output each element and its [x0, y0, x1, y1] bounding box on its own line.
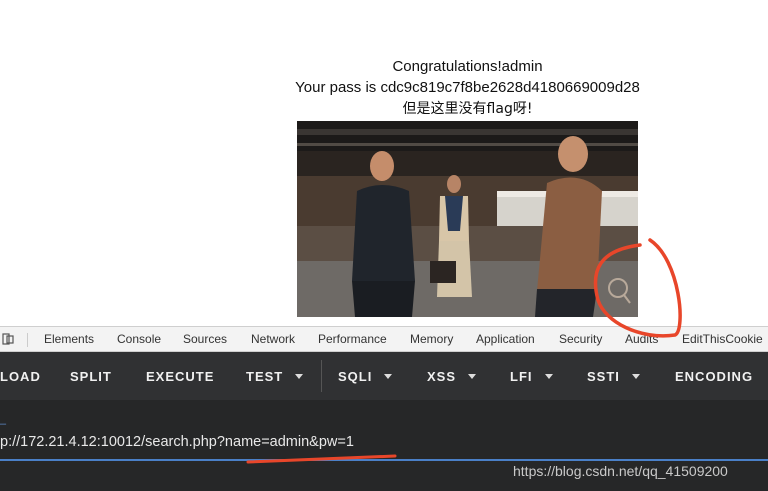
xss-label: XSS: [427, 369, 457, 384]
encoding-label: ENCODING: [675, 369, 754, 384]
lfi-dropdown[interactable]: LFI: [510, 369, 553, 384]
animated-gif-image: [297, 121, 638, 317]
lfi-label: LFI: [510, 369, 533, 384]
tab-sources[interactable]: Sources: [183, 332, 227, 346]
ssti-dropdown[interactable]: SSTI: [587, 369, 640, 384]
password-message: Your pass is cdc9c819c7f8be2628d41806690…: [295, 79, 640, 96]
encoding-dropdown[interactable]: ENCODING: [675, 369, 753, 384]
devtools-tabbar: Elements Console Sources Network Perform…: [0, 326, 768, 352]
chevron-down-icon: [384, 374, 393, 380]
no-flag-message: 但是这里没有flag呀!: [402, 101, 533, 117]
tab-application[interactable]: Application: [476, 332, 535, 346]
ssti-label: SSTI: [587, 369, 620, 384]
toolbar-divider: [321, 360, 322, 392]
device-toolbar-icon[interactable]: [2, 333, 14, 345]
test-label: TEST: [246, 369, 284, 384]
toolbar-divider: [27, 333, 28, 347]
tab-performance[interactable]: Performance: [318, 332, 387, 346]
tab-editthiscookie[interactable]: EditThisCookie: [682, 332, 763, 346]
test-dropdown[interactable]: TEST: [246, 369, 304, 384]
sqli-dropdown[interactable]: SQLI: [338, 369, 393, 384]
split-button[interactable]: SPLIT: [70, 369, 112, 384]
chevron-down-icon: [468, 374, 477, 380]
chevron-down-icon: [631, 374, 640, 380]
execute-button[interactable]: EXECUTE: [146, 369, 214, 384]
csdn-watermark: https://blog.csdn.net/qq_41509200: [513, 463, 728, 479]
hackbar-toolbar: LOAD SPLIT EXECUTE TEST SQLI XSS LFI SST…: [0, 352, 768, 400]
web-page: Congratulations!admin Your pass is cdc9c…: [0, 0, 768, 326]
field-marker: –: [0, 418, 7, 430]
tab-network[interactable]: Network: [251, 332, 295, 346]
url-input-focus-line: [0, 459, 768, 461]
congrats-message: Congratulations!admin: [392, 58, 543, 75]
tab-elements[interactable]: Elements: [44, 332, 94, 346]
tab-memory[interactable]: Memory: [410, 332, 453, 346]
sqli-label: SQLI: [338, 369, 373, 384]
tab-audits[interactable]: Audits: [625, 332, 658, 346]
xss-dropdown[interactable]: XSS: [427, 369, 477, 384]
chevron-down-icon: [544, 374, 553, 380]
tab-console[interactable]: Console: [117, 332, 161, 346]
chevron-down-icon: [295, 374, 304, 380]
url-input[interactable]: p://172.21.4.12:10012/search.php?name=ad…: [0, 434, 354, 450]
load-button[interactable]: LOAD: [0, 369, 41, 384]
tab-security[interactable]: Security: [559, 332, 602, 346]
